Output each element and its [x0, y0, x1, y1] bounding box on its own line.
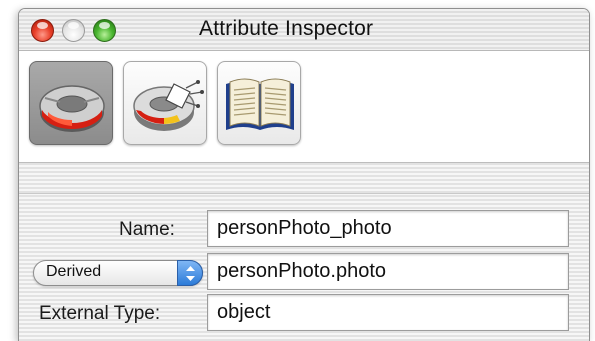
minimize-button[interactable]	[62, 19, 85, 42]
close-button[interactable]	[31, 19, 54, 42]
attribute-inspector-icon	[39, 85, 105, 132]
column-field[interactable]: personPhoto.photo	[207, 253, 569, 290]
column-type-popup-label: Derived	[46, 263, 102, 280]
title-bar[interactable]: Attribute Inspector	[19, 9, 589, 51]
attribute-inspector-window: Attribute Inspector Name: personPhoto_ph…	[18, 8, 590, 341]
zoom-button[interactable]	[93, 19, 116, 42]
attribute-inspector-tab[interactable]	[29, 61, 113, 145]
name-label: Name:	[119, 219, 175, 240]
book-icon	[226, 78, 294, 130]
external-type-field[interactable]: object	[207, 294, 569, 331]
column-type-popup[interactable]: Derived	[33, 260, 203, 286]
toolbar-separator	[19, 163, 589, 194]
name-field[interactable]: personPhoto_photo	[207, 210, 569, 247]
inspector-toolbar	[19, 51, 589, 163]
relationship-inspector-icon	[133, 80, 204, 131]
external-type-label: External Type:	[39, 303, 161, 324]
popup-arrows-icon	[177, 260, 203, 286]
window-title: Attribute Inspector	[199, 17, 374, 40]
relationship-inspector-tab[interactable]	[123, 61, 207, 145]
documentation-tab[interactable]	[217, 61, 301, 145]
